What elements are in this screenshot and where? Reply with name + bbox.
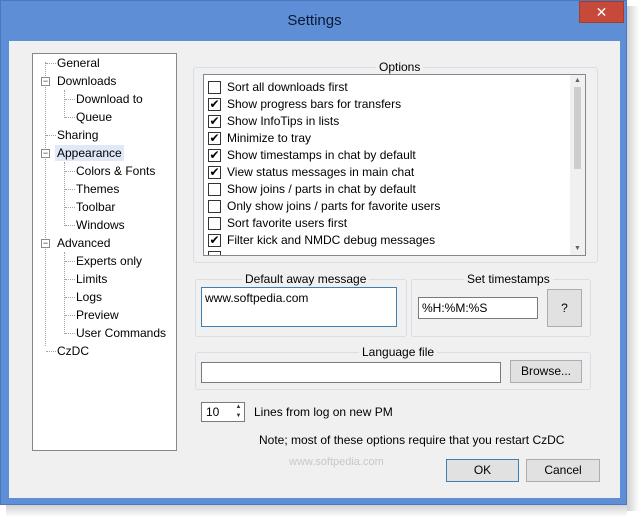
- window-shadow-bottom: [6, 505, 627, 517]
- tree-connector: [46, 63, 56, 64]
- tree-item-queue[interactable]: Queue: [76, 109, 112, 125]
- timestamps-input[interactable]: %H:%M:%S: [418, 297, 538, 319]
- collapse-icon[interactable]: −: [41, 77, 50, 86]
- options-scrollbar[interactable]: ▲ ▼: [570, 75, 585, 255]
- tree-connector: [65, 297, 75, 298]
- spin-buttons[interactable]: ▲ ▼: [233, 403, 244, 421]
- checkmark-icon: ✔: [209, 233, 220, 247]
- option-label: Sort all downloads first: [227, 80, 348, 94]
- option-label: Show joins / parts in chat by default: [227, 182, 416, 196]
- tree-connector: [65, 207, 75, 208]
- browse-button[interactable]: Browse...: [510, 360, 582, 383]
- checkmark-icon: ✔: [209, 114, 220, 128]
- tree-connector: [64, 252, 65, 334]
- checkbox[interactable]: ✔: [208, 166, 221, 179]
- checkbox[interactable]: [208, 217, 221, 230]
- scroll-up-icon[interactable]: ▲: [570, 75, 585, 87]
- pm-log-lines-label: Lines from log on new PM: [254, 405, 393, 419]
- options-group-label: Options: [376, 60, 424, 74]
- tree-item-logs[interactable]: Logs: [76, 289, 102, 305]
- settings-window: Settings ✕ − − − General Downloads Downl…: [0, 0, 639, 517]
- option-label: Minimize to tray: [227, 131, 312, 145]
- cancel-button[interactable]: Cancel: [526, 459, 600, 482]
- tree-connector: [65, 99, 75, 100]
- tree-item-appearance[interactable]: Appearance: [55, 145, 124, 161]
- tree-item-windows[interactable]: Windows: [76, 217, 125, 233]
- settings-tree[interactable]: − − − General Downloads Download to Queu…: [32, 53, 177, 451]
- ok-button[interactable]: OK: [446, 459, 519, 482]
- tree-connector: [65, 189, 75, 190]
- tree-connector: [65, 279, 75, 280]
- checkbox[interactable]: ✔: [208, 234, 221, 247]
- timestamps-help-button[interactable]: ?: [547, 289, 582, 327]
- tree-connector: [46, 351, 56, 352]
- scroll-thumb[interactable]: [574, 87, 581, 169]
- tree-connector: [45, 62, 46, 346]
- tree-item-experts-only[interactable]: Experts only: [76, 253, 142, 269]
- checkbox[interactable]: ✔: [208, 149, 221, 162]
- window-frame: Settings ✕ − − − General Downloads Downl…: [0, 0, 627, 505]
- option-label: Filter kick and NMDC debug messages: [227, 233, 436, 247]
- checkmark-icon: ✔: [209, 97, 220, 111]
- tree-connector: [65, 117, 75, 118]
- spin-down-icon[interactable]: ▼: [233, 412, 244, 421]
- tree-item-themes[interactable]: Themes: [76, 181, 119, 197]
- watermark-text: www.softpedia.com: [289, 456, 384, 468]
- checkbox[interactable]: [208, 251, 221, 255]
- options-list[interactable]: Sort all downloads first ✔ Show progress…: [203, 74, 586, 256]
- tree-item-general[interactable]: General: [57, 55, 100, 71]
- tree-item-czdc[interactable]: CzDC: [57, 343, 89, 359]
- checkmark-icon: ✔: [209, 131, 220, 145]
- spin-up-icon[interactable]: ▲: [233, 403, 244, 412]
- tree-connector: [65, 261, 75, 262]
- tree-item-toolbar[interactable]: Toolbar: [76, 199, 115, 215]
- title-bar[interactable]: Settings ✕: [1, 1, 628, 41]
- checkmark-icon: ✔: [209, 148, 220, 162]
- restart-note: Note; most of these options require that…: [259, 433, 565, 447]
- tree-item-limits[interactable]: Limits: [76, 271, 107, 287]
- tree-connector: [65, 333, 75, 334]
- language-file-input[interactable]: [201, 362, 501, 383]
- option-label: Show timestamps in chat by default: [227, 148, 416, 162]
- away-message-input[interactable]: www.softpedia.com: [201, 287, 397, 327]
- tree-connector: [64, 90, 65, 118]
- timestamps-label: Set timestamps: [464, 272, 553, 286]
- language-file-label: Language file: [359, 345, 438, 359]
- checkbox[interactable]: [208, 200, 221, 213]
- tree-item-download-to[interactable]: Download to: [76, 91, 143, 107]
- tree-connector: [46, 135, 56, 136]
- collapse-icon[interactable]: −: [41, 149, 50, 158]
- away-message-label: Default away message: [242, 272, 370, 286]
- checkbox[interactable]: ✔: [208, 98, 221, 111]
- checkbox[interactable]: [208, 183, 221, 196]
- close-button[interactable]: ✕: [579, 1, 624, 23]
- option-label: Show InfoTips in lists: [227, 114, 340, 128]
- tree-item-advanced[interactable]: Advanced: [57, 235, 110, 251]
- tree-connector: [65, 315, 75, 316]
- option-label: View status messages in main chat: [227, 165, 415, 179]
- tree-connector: [65, 225, 75, 226]
- collapse-icon[interactable]: −: [41, 239, 50, 248]
- tree-item-user-commands[interactable]: User Commands: [76, 325, 166, 341]
- tree-item-sharing[interactable]: Sharing: [57, 127, 98, 143]
- option-label: Show progress bars for transfers: [227, 97, 402, 111]
- tree-item-downloads[interactable]: Downloads: [57, 73, 116, 89]
- option-label: Only show joins / parts for favorite use…: [227, 199, 441, 213]
- tree-connector: [65, 171, 75, 172]
- close-icon: ✕: [595, 4, 608, 20]
- pm-log-lines-stepper[interactable]: 10 ▲ ▼: [201, 402, 245, 422]
- option-label: Sort favorite users first: [227, 216, 348, 230]
- tree-item-preview[interactable]: Preview: [76, 307, 119, 323]
- window-title: Settings: [287, 12, 342, 29]
- checkbox[interactable]: ✔: [208, 115, 221, 128]
- pm-log-lines-value[interactable]: 10: [206, 405, 219, 419]
- checkmark-icon: ✔: [209, 165, 220, 179]
- dialog-client-area: − − − General Downloads Download to Queu…: [9, 41, 620, 498]
- scroll-down-icon[interactable]: ▼: [570, 243, 585, 255]
- window-shadow-right: [627, 6, 639, 511]
- tree-item-colors-fonts[interactable]: Colors & Fonts: [76, 163, 155, 179]
- checkbox[interactable]: [208, 81, 221, 94]
- checkbox[interactable]: ✔: [208, 132, 221, 145]
